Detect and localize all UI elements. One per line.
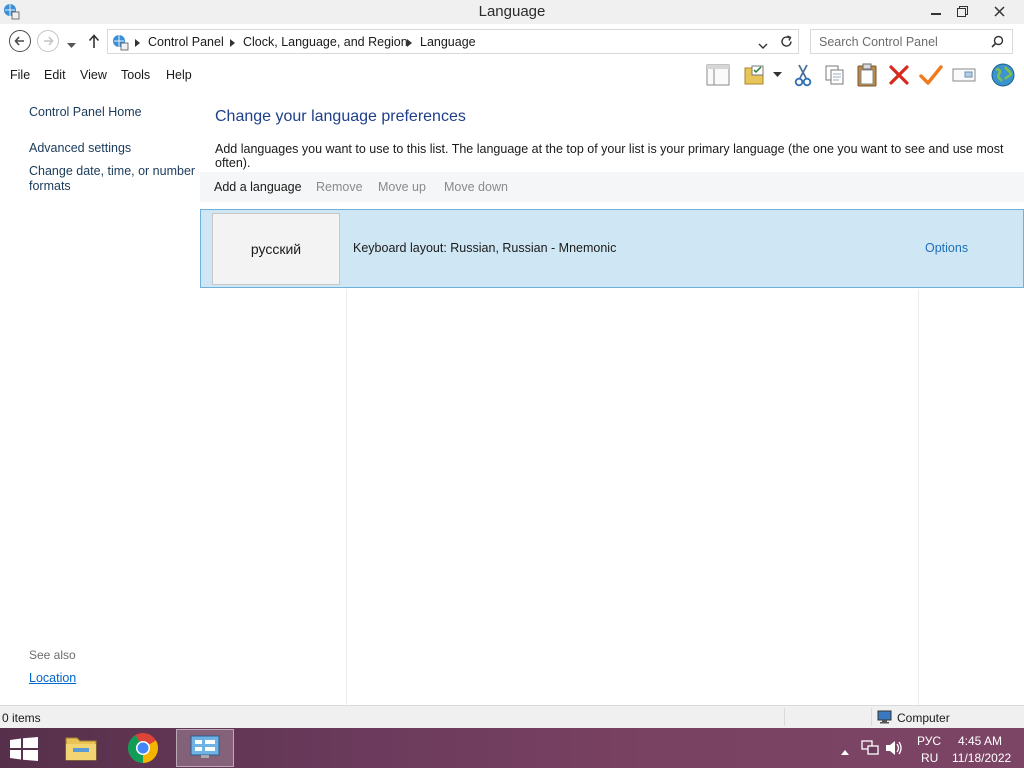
breadcrumb-separator-icon[interactable] [230, 39, 235, 47]
see-also-label: See also [29, 648, 76, 662]
left-navigation-pane: Control Panel Home Advanced settings Cha… [0, 90, 200, 705]
restore-button[interactable] [947, 0, 977, 22]
show-hidden-icons-icon[interactable] [841, 744, 849, 758]
location-link[interactable]: Location [29, 671, 76, 685]
computer-icon [877, 710, 893, 727]
status-location: Computer [897, 711, 950, 725]
control-panel-taskbar-icon[interactable] [176, 729, 234, 767]
delete-icon[interactable] [886, 62, 912, 88]
clock-date[interactable]: 11/18/2022 [952, 751, 1011, 765]
cut-icon[interactable] [790, 62, 816, 88]
move-up-button[interactable]: Move up [378, 180, 426, 194]
chrome-icon[interactable] [114, 729, 172, 767]
breadcrumb-language[interactable]: Language [420, 35, 476, 49]
file-explorer-icon[interactable] [52, 729, 110, 767]
address-dropdown-icon[interactable] [758, 39, 768, 53]
address-row: Control Panel Clock, Language, and Regio… [0, 24, 1024, 60]
language-list-item[interactable]: русский Keyboard layout: Russian, Russia… [200, 209, 1024, 288]
advanced-settings-link[interactable]: Advanced settings [29, 141, 131, 156]
change-date-time-formats-link[interactable]: Change date, time, or number formats [29, 164, 197, 194]
menu-tools[interactable]: Tools [121, 68, 150, 82]
clock-time[interactable]: 4:45 AM [958, 734, 1002, 748]
breadcrumb-separator-icon[interactable] [407, 39, 412, 47]
control-panel-location-icon [111, 33, 129, 54]
menu-view[interactable]: View [80, 68, 107, 82]
rename-icon[interactable] [951, 62, 977, 88]
menu-edit[interactable]: Edit [44, 68, 66, 82]
column-divider [918, 289, 919, 705]
taskbar: РУС RU 4:45 AM 11/18/2022 [0, 728, 1024, 768]
window-title: Language [478, 3, 546, 20]
status-bar: 0 items Computer [0, 705, 1024, 728]
item-count: 0 items [2, 711, 41, 725]
status-divider [871, 708, 872, 726]
copy-icon[interactable] [822, 62, 848, 88]
breadcrumb-clock-language-region[interactable]: Clock, Language, and Region [243, 35, 408, 49]
input-language-indicator[interactable]: РУС [917, 734, 941, 748]
title-bar: Language [0, 0, 1024, 24]
remove-button[interactable]: Remove [316, 180, 363, 194]
search-input[interactable]: Search Control Panel [810, 29, 1013, 54]
search-placeholder: Search Control Panel [819, 35, 938, 49]
layout-icon[interactable] [705, 62, 731, 88]
page-description: Add languages you want to use to this li… [215, 142, 1004, 170]
menu-file[interactable]: File [10, 68, 30, 82]
paste-icon[interactable] [854, 62, 880, 88]
breadcrumb-control-panel[interactable]: Control Panel [148, 35, 224, 49]
language-window: Language Control Panel Clock, Language, … [0, 0, 1024, 728]
language-options-link[interactable]: Options [925, 241, 968, 255]
volume-icon[interactable] [885, 740, 903, 759]
properties-dropdown-icon[interactable] [770, 62, 784, 88]
globe-icon[interactable] [990, 62, 1016, 88]
page-title: Change your language preferences [215, 108, 466, 125]
refresh-icon[interactable] [780, 35, 793, 51]
network-icon[interactable] [861, 740, 879, 759]
status-divider [784, 708, 785, 726]
keyboard-layout-text: Keyboard layout: Russian, Russian - Mnem… [353, 241, 617, 255]
recent-locations-dropdown-icon[interactable] [67, 38, 76, 52]
input-language-code[interactable]: RU [921, 751, 938, 765]
move-down-button[interactable]: Move down [444, 180, 508, 194]
add-language-button[interactable]: Add a language [214, 180, 302, 194]
checkmark-icon[interactable] [918, 62, 944, 88]
language-command-bar: Add a language Remove Move up Move down [200, 172, 1024, 202]
language-tile[interactable]: русский [212, 213, 340, 285]
forward-button[interactable] [37, 30, 59, 52]
close-button[interactable] [984, 0, 1014, 22]
properties-icon[interactable] [742, 62, 768, 88]
up-arrow-icon[interactable] [88, 34, 100, 51]
breadcrumb-separator-icon[interactable] [135, 39, 140, 47]
address-bar[interactable]: Control Panel Clock, Language, and Regio… [107, 29, 799, 54]
start-windows-icon[interactable] [10, 737, 38, 764]
control-panel-home-link[interactable]: Control Panel Home [29, 105, 142, 120]
menu-help[interactable]: Help [166, 68, 192, 82]
column-divider [346, 289, 347, 705]
search-icon[interactable] [991, 35, 1004, 51]
back-button[interactable] [9, 30, 31, 52]
